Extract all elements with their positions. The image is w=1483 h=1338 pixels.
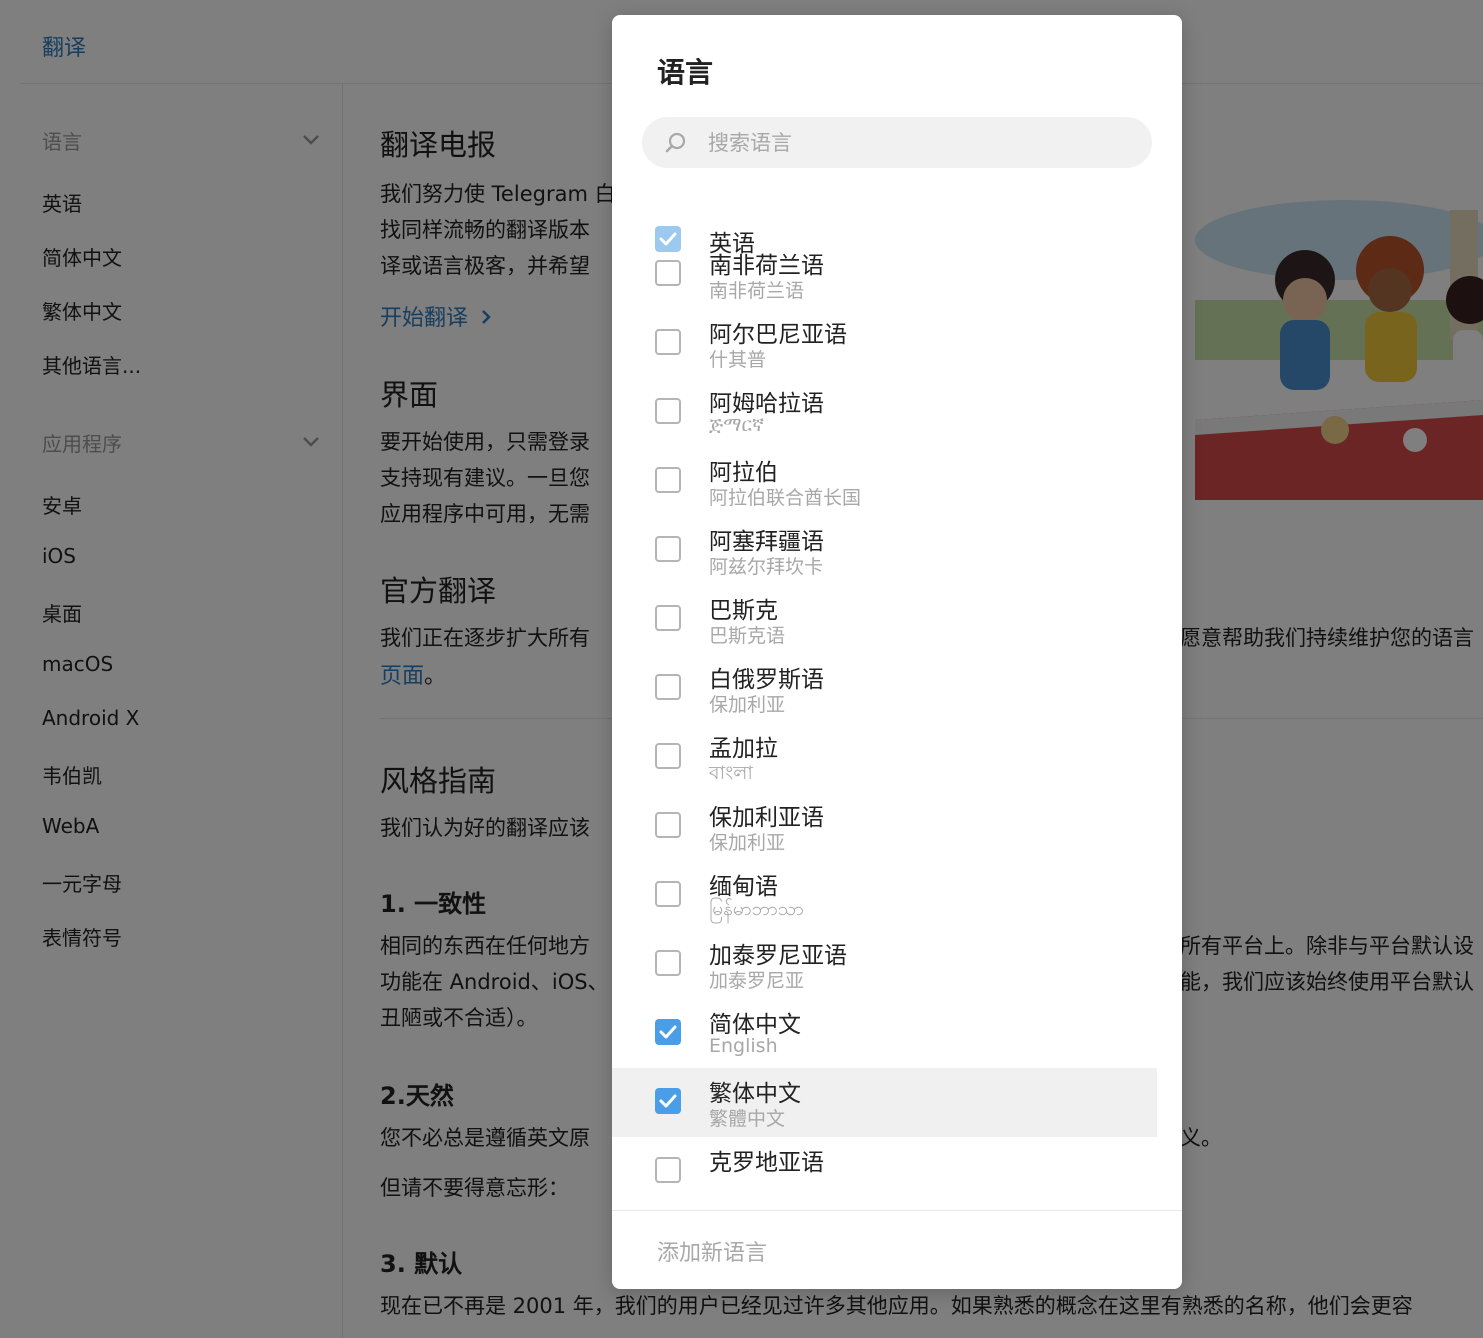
language-name: 缅甸语	[709, 874, 778, 900]
checkbox[interactable]	[655, 812, 681, 838]
language-name: 阿姆哈拉语	[709, 391, 824, 417]
language-name: 繁体中文	[709, 1081, 801, 1107]
language-option[interactable]: 克罗地亚语	[612, 1137, 1157, 1206]
language-native-name: 南非荷兰语	[709, 280, 805, 302]
checkbox[interactable]	[655, 467, 681, 493]
language-option[interactable]: 阿塞拜疆语 阿兹尔拜坎卡	[612, 516, 1157, 585]
language-name: 阿塞拜疆语	[709, 529, 824, 555]
language-option[interactable]: 南非荷兰语 南非荷兰语	[612, 240, 1157, 309]
language-native-name: 巴斯克语	[709, 625, 786, 647]
language-native-name: 什其普	[709, 349, 767, 371]
language-native-name: 保加利亚	[709, 832, 786, 854]
checkbox[interactable]	[655, 674, 681, 700]
language-option[interactable]: 阿姆哈拉语 ጅማርኛ	[612, 378, 1157, 447]
checkbox-checked[interactable]	[655, 1088, 681, 1114]
language-option[interactable]: 阿拉伯 阿拉伯联合酋长国	[612, 447, 1157, 516]
checkbox[interactable]	[655, 1157, 681, 1183]
language-name: 加泰罗尼亚语	[709, 943, 847, 969]
checkbox[interactable]	[655, 605, 681, 631]
footer-divider	[612, 1210, 1182, 1211]
language-name: 阿拉伯	[709, 460, 778, 486]
language-native-name: 繁體中文	[709, 1108, 786, 1130]
language-native-name: 阿兹尔拜坎卡	[709, 556, 824, 578]
language-native-name: ጅማርኛ	[709, 414, 765, 436]
language-option[interactable]: 缅甸语 မြန်မာဘာသာ	[612, 861, 1157, 930]
language-native-name: 阿拉伯联合酋长国	[709, 487, 862, 509]
checkbox-checked[interactable]	[655, 1019, 681, 1045]
checkbox[interactable]	[655, 398, 681, 424]
checkbox[interactable]	[655, 260, 681, 286]
checkbox[interactable]	[655, 743, 681, 769]
language-native-name: မြန်မာဘာသာ	[709, 898, 804, 920]
language-option[interactable]: 白俄罗斯语 保加利亚	[612, 654, 1157, 723]
add-new-language-button[interactable]: 添加新语言	[657, 1235, 767, 1267]
language-option[interactable]: 繁体中文 繁體中文	[612, 1068, 1157, 1137]
language-option[interactable]: 阿尔巴尼亚语 什其普	[612, 309, 1157, 378]
language-native-name: বাংলা	[709, 762, 753, 784]
language-native-name: 加泰罗尼亚	[709, 970, 805, 992]
search-icon	[664, 131, 688, 155]
checkbox[interactable]	[655, 329, 681, 355]
language-name: 保加利亚语	[709, 805, 824, 831]
language-dialog: 语言 英语南非荷兰语南非荷兰语阿尔巴尼亚语什其普阿姆哈拉语ጅማርኛ阿拉伯阿拉伯联…	[612, 15, 1182, 1289]
checkmark-icon	[659, 1094, 677, 1108]
language-name: 南非荷兰语	[709, 253, 824, 279]
dialog-title: 语言	[657, 56, 714, 89]
checkbox[interactable]	[655, 881, 681, 907]
language-option[interactable]: 巴斯克 巴斯克语	[612, 585, 1157, 654]
language-name: 白俄罗斯语	[709, 667, 824, 693]
language-name: 简体中文	[709, 1012, 801, 1038]
language-list[interactable]: 英语 南非荷兰语 南非荷兰语 阿尔巴尼亚语 什其普 阿姆哈拉语 ጅማርኛ 阿拉伯 阿拉伯联合酋长…	[612, 205, 1182, 1210]
language-option[interactable]: 保加利亚语 保加利亚	[612, 792, 1157, 861]
checkmark-icon	[659, 1025, 677, 1039]
language-name: 巴斯克	[709, 598, 778, 624]
language-option[interactable]: 加泰罗尼亚语 加泰罗尼亚	[612, 930, 1157, 999]
checkbox[interactable]	[655, 950, 681, 976]
checkbox[interactable]	[655, 536, 681, 562]
language-name: 阿尔巴尼亚语	[709, 322, 847, 348]
language-option[interactable]: 孟加拉 বাংলা	[612, 723, 1157, 792]
language-name: 孟加拉	[709, 736, 778, 762]
search-input[interactable]	[708, 117, 1128, 168]
language-native-name: 保加利亚	[709, 694, 786, 716]
language-native-name: English	[709, 1035, 778, 1057]
language-name: 克罗地亚语	[709, 1150, 824, 1176]
language-option[interactable]: 简体中文 English	[612, 999, 1157, 1068]
search-box[interactable]	[642, 117, 1152, 168]
